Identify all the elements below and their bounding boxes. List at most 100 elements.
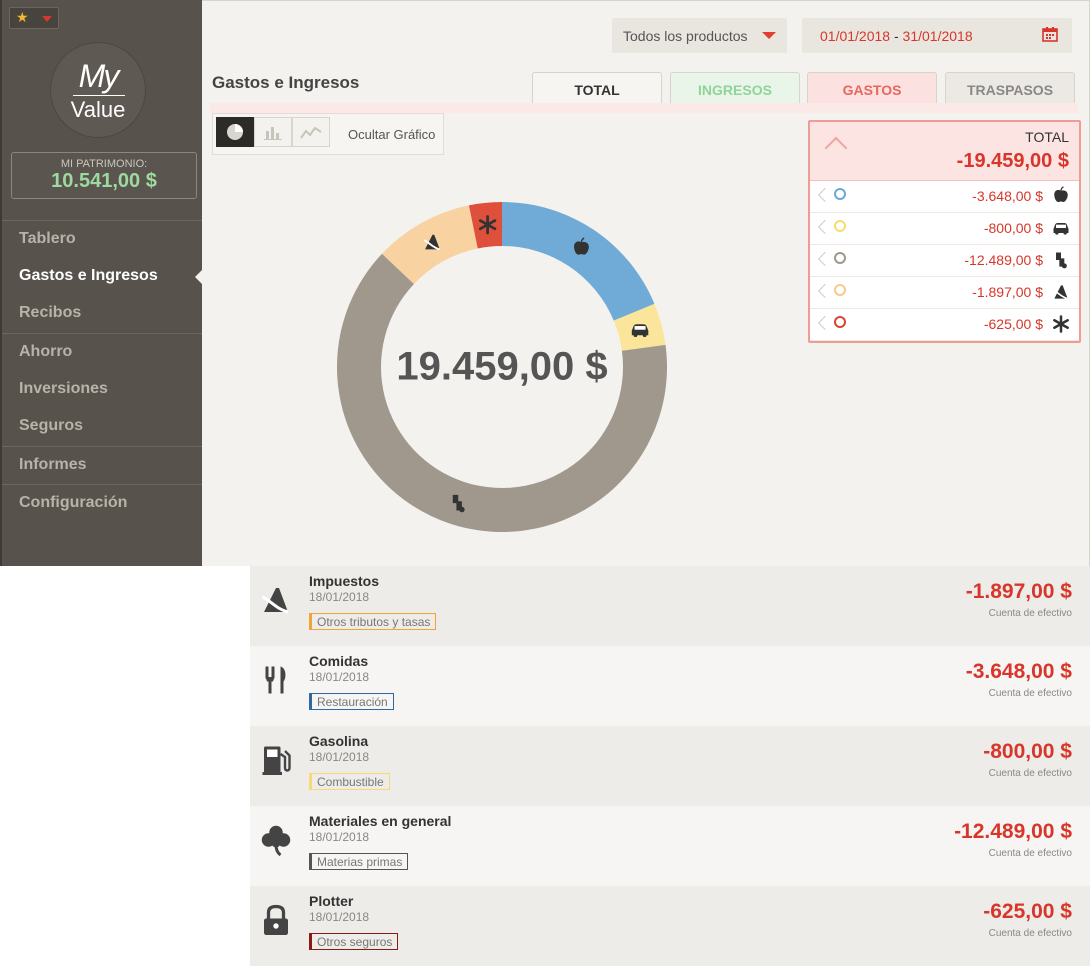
transaction-amount: -12.489,00 $ <box>954 820 1072 843</box>
page-title: Gastos e Ingresos <box>212 73 360 92</box>
transaction-row[interactable]: Gasolina 18/01/2018 Combustible -800,00 … <box>250 726 1090 806</box>
series-color-dot <box>834 284 846 296</box>
date-separator: - <box>890 28 903 44</box>
net-worth-box[interactable]: MI PATRIMONIO: 10.541,00 $ <box>11 152 197 199</box>
calendar-icon[interactable] <box>1042 26 1058 42</box>
chevron-left-icon[interactable] <box>817 315 833 331</box>
tab-traspasos[interactable]: TRASPASOS <box>945 72 1075 104</box>
clover-icon <box>258 822 294 858</box>
transaction-row[interactable]: Plotter 18/01/2018 Otros seguros -625,00… <box>250 886 1090 966</box>
chevron-left-icon[interactable] <box>817 187 833 203</box>
transaction-row[interactable]: Impuestos 18/01/2018 Otros tributos y ta… <box>250 566 1090 646</box>
summary-row[interactable]: -3.648,00 $ <box>810 180 1079 213</box>
line-chart-button[interactable] <box>292 117 330 147</box>
transaction-category-tag[interactable]: Otros tributos y tasas <box>309 613 437 630</box>
lock-icon <box>258 902 294 938</box>
nav-divider <box>2 220 202 221</box>
series-color-dot <box>834 220 846 232</box>
transaction-name: Plotter <box>309 893 354 909</box>
line-chart-icon <box>300 126 322 139</box>
tab-ingresos[interactable]: INGRESOS <box>670 72 800 104</box>
bar-chart-button[interactable] <box>254 117 292 147</box>
summary-header[interactable]: TOTAL -19.459,00 $ <box>810 122 1079 181</box>
taxes-icon <box>258 582 294 618</box>
date-from: 01/01/2018 <box>820 28 891 44</box>
summary-row[interactable]: -1.897,00 $ <box>810 276 1079 309</box>
bar-chart-icon <box>264 127 282 140</box>
taxes-icon <box>1051 282 1071 302</box>
tab-total[interactable]: TOTAL <box>532 72 662 104</box>
products-filter-label: Todos los productos <box>623 28 748 44</box>
nav-divider <box>2 333 202 334</box>
tab-gastos[interactable]: GASTOS <box>807 72 937 104</box>
chevron-up-icon[interactable] <box>824 136 848 160</box>
chevron-left-icon[interactable] <box>817 219 833 235</box>
pie-chart-button[interactable] <box>216 117 254 147</box>
net-worth-value: 10.541,00 $ <box>51 170 157 192</box>
transaction-category-tag[interactable]: Combustible <box>309 773 390 790</box>
transaction-amount: -3.648,00 $ <box>965 660 1072 683</box>
transaction-amount: -800,00 $ <box>983 740 1072 763</box>
chevron-left-icon[interactable] <box>817 251 833 267</box>
products-filter-dropdown[interactable]: Todos los productos <box>612 18 787 53</box>
nav-item-recibos[interactable]: Recibos <box>19 304 81 322</box>
transaction-amount: -625,00 $ <box>983 900 1072 923</box>
summary-row[interactable]: -12.489,00 $ <box>810 244 1079 277</box>
materials-icon <box>1051 250 1071 270</box>
nav-item-inversiones[interactable]: Inversiones <box>19 380 108 398</box>
summary-row-amount: -3.648,00 $ <box>972 188 1043 204</box>
cutlery-icon <box>258 662 294 698</box>
donut-center-total: 19.459,00 $ <box>396 345 607 389</box>
nav-item-configuracion[interactable]: Configuración <box>19 494 127 512</box>
series-color-dot <box>834 316 846 328</box>
transaction-name: Impuestos <box>309 573 380 589</box>
app-logo[interactable]: My Value <box>50 42 146 138</box>
expenses-donut-chart: 19.459,00 $ <box>336 202 667 532</box>
date-to: 31/01/2018 <box>902 28 973 44</box>
transaction-row[interactable]: Materiales en general 18/01/2018 Materia… <box>250 806 1090 886</box>
car-icon <box>1051 218 1071 238</box>
nav-item-seguros[interactable]: Seguros <box>19 417 83 435</box>
date-range-picker[interactable]: 01/01/2018 - 31/01/2018 <box>802 18 1072 53</box>
summary-row-amount: -800,00 $ <box>983 220 1043 236</box>
summary-total-label: TOTAL <box>1025 129 1069 145</box>
summary-total-value: -19.459,00 $ <box>956 150 1069 172</box>
caret-down-icon <box>762 32 776 39</box>
favorites-dropdown[interactable]: ★ <box>9 7 59 29</box>
transaction-account: Cuenta de efectivo <box>988 688 1072 699</box>
summary-row-amount: -12.489,00 $ <box>964 252 1043 268</box>
summary-row-amount: -625,00 $ <box>983 316 1043 332</box>
nav-divider <box>2 446 202 447</box>
summary-row-amount: -1.897,00 $ <box>972 284 1043 300</box>
nav-item-gastos-ingresos[interactable]: Gastos e Ingresos <box>19 267 158 285</box>
tab-content-strip <box>210 103 1078 113</box>
transaction-category-tag[interactable]: Restauración <box>309 693 394 710</box>
car-icon <box>631 324 649 338</box>
expenses-summary-panel: TOTAL -19.459,00 $ -3.648,00 $ -800,00 $… <box>808 120 1081 343</box>
nav-item-informes[interactable]: Informes <box>19 456 87 474</box>
apple-icon <box>1051 186 1071 206</box>
transaction-row[interactable]: Comidas 18/01/2018 Restauración -3.648,0… <box>250 646 1090 726</box>
pie-chart-icon <box>227 124 243 140</box>
transaction-name: Comidas <box>309 653 369 669</box>
transaction-amount: -1.897,00 $ <box>965 580 1072 603</box>
transaction-category-tag[interactable]: Otros seguros <box>309 933 399 950</box>
logo-my-text: My <box>78 58 120 94</box>
transaction-account: Cuenta de efectivo <box>988 848 1072 859</box>
transaction-date: 18/01/2018 <box>309 670 370 684</box>
hide-chart-link[interactable]: Ocultar Gráfico <box>348 127 435 142</box>
sidebar: ★ My Value MI PATRIMONIO: 10.541,00 $ Ta… <box>0 0 205 566</box>
transaction-category-tag[interactable]: Materias primas <box>309 853 409 870</box>
nav-item-tablero[interactable]: Tablero <box>19 230 76 248</box>
caret-down-icon <box>42 16 52 22</box>
main-panel: Todos los productos 01/01/2018 - 31/01/2… <box>202 0 1090 566</box>
summary-row[interactable]: -625,00 $ <box>810 308 1079 341</box>
series-color-dot <box>834 188 846 200</box>
nav-item-ahorro[interactable]: Ahorro <box>19 343 72 361</box>
fuel-pump-icon <box>258 742 294 778</box>
chevron-left-icon[interactable] <box>817 283 833 299</box>
donut-slice[interactable] <box>502 202 655 321</box>
summary-row[interactable]: -800,00 $ <box>810 212 1079 245</box>
transaction-account: Cuenta de efectivo <box>988 928 1072 939</box>
transaction-account: Cuenta de efectivo <box>988 768 1072 779</box>
